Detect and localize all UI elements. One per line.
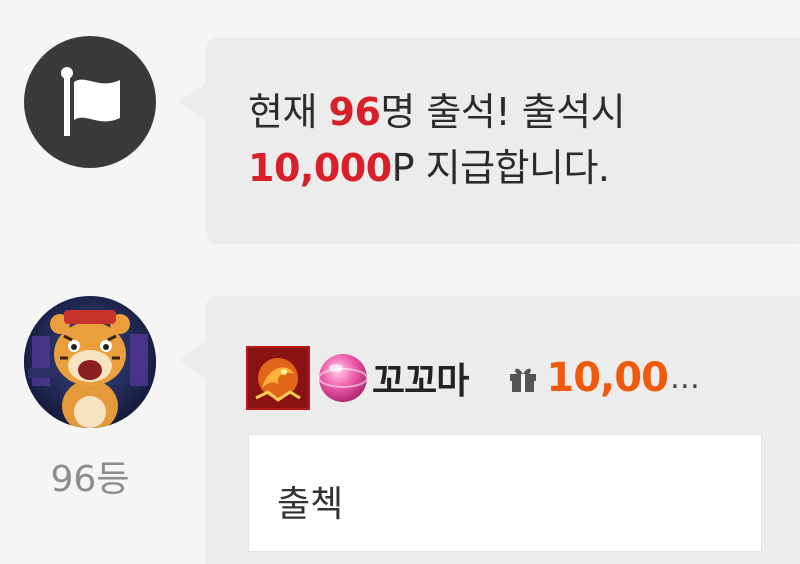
attendance-rank: 96등 — [50, 459, 130, 500]
reward-amount: 10,000 — [248, 146, 392, 190]
dragon-badge-icon — [246, 346, 310, 410]
notice-bubble: 현재 96명 출석! 출석시 10,000P 지급합니다. — [206, 38, 800, 244]
notice-bubble-tail — [178, 82, 208, 122]
post-header: 꼬꼬마 10,00… — [246, 344, 700, 412]
user-nickname[interactable]: 꼬꼬마 — [372, 352, 469, 404]
points-ellipsis: … — [669, 360, 700, 396]
attendance-chat: 현재 96명 출석! 출석시 10,000P 지급합니다. 96등 꼬꼬마 10… — [0, 0, 800, 564]
notice-line-1: 현재 96명 출석! 출석시 — [248, 84, 800, 140]
flag-icon — [61, 67, 120, 136]
reward-suffix: P 지급합니다. — [391, 146, 610, 190]
post-message: 출첵 — [248, 434, 762, 552]
tiger-avatar-image — [24, 296, 156, 428]
post-bubble-tail — [178, 340, 208, 380]
system-avatar — [24, 36, 156, 168]
attendee-count: 96 — [328, 90, 381, 134]
user-avatar[interactable] — [24, 296, 156, 428]
notice-prefix: 현재 — [248, 90, 329, 134]
pink-gem-icon — [318, 354, 368, 402]
reward-points: 10,00 — [546, 355, 669, 401]
notice-suffix: 명 출석! 출석시 — [380, 90, 626, 134]
notice-line-2: 10,000P 지급합니다. — [248, 140, 800, 196]
gift-icon — [510, 368, 537, 392]
